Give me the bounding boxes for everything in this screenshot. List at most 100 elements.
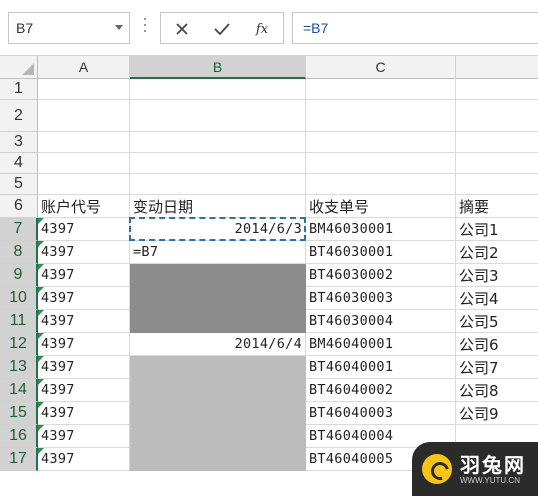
column-header-B[interactable]: B (130, 56, 306, 79)
cell-a7[interactable]: 4397 (38, 218, 130, 241)
error-indicator-icon[interactable] (38, 333, 44, 339)
cell-c15[interactable]: BT46040003 (306, 402, 456, 425)
cell-c7[interactable]: BM46030001 (306, 218, 456, 241)
cell-b12[interactable]: 2014/6/4 (130, 333, 306, 356)
cell-b3[interactable] (130, 132, 306, 153)
cell-b10[interactable] (130, 287, 306, 310)
cell-a12[interactable]: 4397 (38, 333, 130, 356)
row-header-13[interactable]: 13 (0, 356, 38, 379)
cell-a11[interactable]: 4397 (38, 310, 130, 333)
cell-b6[interactable]: 变动日期 (130, 195, 306, 218)
cell-d5[interactable] (456, 174, 538, 195)
cell-a1[interactable] (38, 79, 130, 100)
chevron-down-icon[interactable] (115, 25, 123, 30)
cell-c5[interactable] (306, 174, 456, 195)
cell-c13[interactable]: BT46040001 (306, 356, 456, 379)
row-header-15[interactable]: 15 (0, 402, 38, 425)
enter-button[interactable] (211, 18, 233, 40)
cell-b9[interactable] (130, 264, 306, 287)
formula-input[interactable]: =B7 (292, 12, 538, 44)
cell-b15[interactable] (130, 402, 306, 425)
row-header-9[interactable]: 9 (0, 264, 38, 287)
error-indicator-icon[interactable] (38, 241, 44, 247)
cell-c12[interactable]: BM46040001 (306, 333, 456, 356)
cell-b13[interactable] (130, 356, 306, 379)
cell-c8[interactable]: BT46030001 (306, 241, 456, 264)
cell-d12[interactable]: 公司6 (456, 333, 538, 356)
cell-a5[interactable] (38, 174, 130, 195)
cell-d6[interactable]: 摘要 (456, 195, 538, 218)
cell-c10[interactable]: BT46030003 (306, 287, 456, 310)
select-all-button[interactable] (0, 56, 38, 79)
cell-b17[interactable] (130, 448, 306, 471)
cell-b8[interactable]: =B7 (130, 241, 306, 264)
row-header-1[interactable]: 1 (0, 79, 38, 100)
cell-d13[interactable]: 公司7 (456, 356, 538, 379)
cell-d11[interactable]: 公司5 (456, 310, 538, 333)
cell-a15[interactable]: 4397 (38, 402, 130, 425)
cancel-button[interactable] (171, 18, 193, 40)
error-indicator-icon[interactable] (38, 402, 44, 408)
cell-d7[interactable]: 公司1 (456, 218, 538, 241)
cell-c4[interactable] (306, 153, 456, 174)
cell-a9[interactable]: 4397 (38, 264, 130, 287)
row-header-7[interactable]: 7 (0, 218, 38, 241)
row-header-16[interactable]: 16 (0, 425, 38, 448)
row-header-10[interactable]: 10 (0, 287, 38, 310)
cell-a4[interactable] (38, 153, 130, 174)
cell-b4[interactable] (130, 153, 306, 174)
cell-a6[interactable]: 账户代号 (38, 195, 130, 218)
name-box[interactable]: B7 (8, 12, 130, 44)
cell-c2[interactable] (306, 100, 456, 132)
row-header-6[interactable]: 6 (0, 195, 38, 218)
cell-d4[interactable] (456, 153, 538, 174)
cell-b16[interactable] (130, 425, 306, 448)
error-indicator-icon[interactable] (38, 379, 44, 385)
cell-a13[interactable]: 4397 (38, 356, 130, 379)
cell-b14[interactable] (130, 379, 306, 402)
cell-d1[interactable] (456, 79, 538, 100)
cell-b7[interactable]: 2014/6/3 (130, 218, 306, 241)
cell-a8[interactable]: 4397 (38, 241, 130, 264)
cell-c11[interactable]: BT46030004 (306, 310, 456, 333)
error-indicator-icon[interactable] (38, 425, 44, 431)
cell-a17[interactable]: 4397 (38, 448, 130, 471)
cell-d9[interactable]: 公司3 (456, 264, 538, 287)
cell-a10[interactable]: 4397 (38, 287, 130, 310)
cell-d8[interactable]: 公司2 (456, 241, 538, 264)
error-indicator-icon[interactable] (38, 287, 44, 293)
row-header-8[interactable]: 8 (0, 241, 38, 264)
cell-d3[interactable] (456, 132, 538, 153)
cell-c3[interactable] (306, 132, 456, 153)
error-indicator-icon[interactable] (38, 356, 44, 362)
row-header-17[interactable]: 17 (0, 448, 38, 471)
error-indicator-icon[interactable] (38, 448, 44, 454)
row-header-14[interactable]: 14 (0, 379, 38, 402)
cell-d14[interactable]: 公司8 (456, 379, 538, 402)
column-header-A[interactable]: A (38, 56, 130, 79)
cell-a16[interactable]: 4397 (38, 425, 130, 448)
cell-a2[interactable] (38, 100, 130, 132)
cell-b2[interactable] (130, 100, 306, 132)
insert-function-button[interactable]: fx (251, 18, 273, 40)
error-indicator-icon[interactable] (38, 264, 44, 270)
cell-b11[interactable] (130, 310, 306, 333)
row-header-11[interactable]: 11 (0, 310, 38, 333)
error-indicator-icon[interactable] (38, 218, 44, 224)
row-header-3[interactable]: 3 (0, 132, 38, 153)
column-header-d[interactable] (456, 56, 538, 79)
cell-b1[interactable] (130, 79, 306, 100)
cell-c14[interactable]: BT46040002 (306, 379, 456, 402)
row-header-2[interactable]: 2 (0, 100, 38, 132)
cell-c9[interactable]: BT46030002 (306, 264, 456, 287)
cell-d15[interactable]: 公司9 (456, 402, 538, 425)
cell-b5[interactable] (130, 174, 306, 195)
cell-a14[interactable]: 4397 (38, 379, 130, 402)
row-header-4[interactable]: 4 (0, 153, 38, 174)
row-header-5[interactable]: 5 (0, 174, 38, 195)
cell-c6[interactable]: 收支单号 (306, 195, 456, 218)
more-options-icon[interactable] (144, 18, 147, 38)
row-header-12[interactable]: 12 (0, 333, 38, 356)
column-header-C[interactable]: C (306, 56, 456, 79)
cell-a3[interactable] (38, 132, 130, 153)
